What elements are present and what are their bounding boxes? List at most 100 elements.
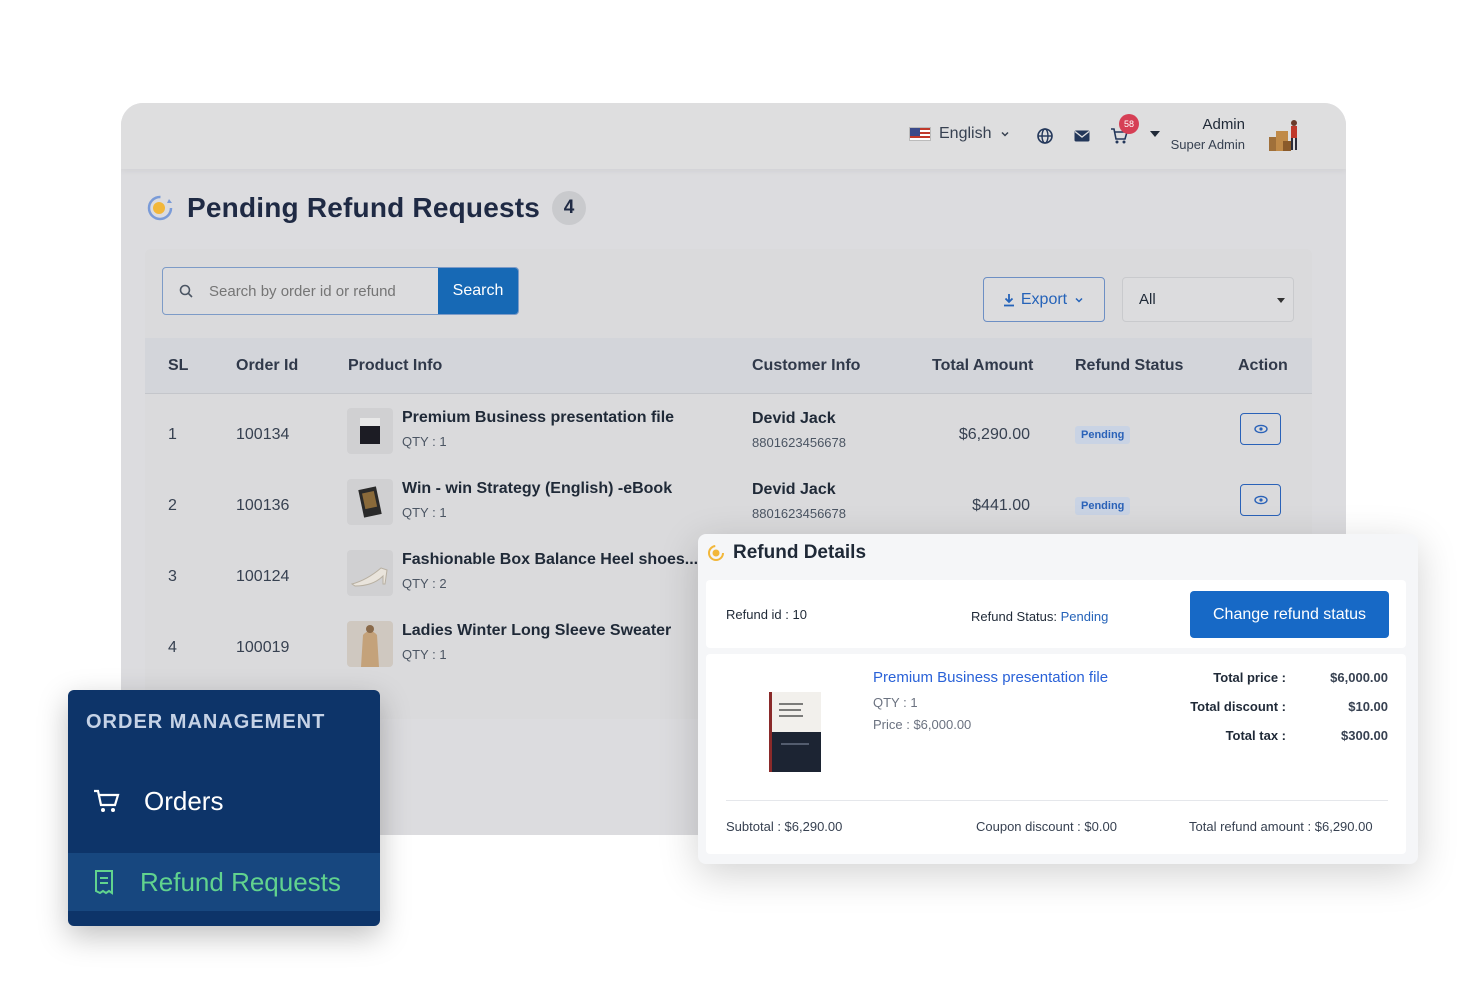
page-header: Pending Refund Requests 4 xyxy=(145,191,587,225)
search-button[interactable]: Search xyxy=(438,268,518,314)
col-order-id: Order Id xyxy=(236,357,299,374)
globe-icon[interactable] xyxy=(1036,127,1054,145)
divider xyxy=(726,800,1388,801)
admin-name[interactable]: Admin xyxy=(1121,116,1245,133)
product-thumbnail xyxy=(347,550,393,596)
refund-status-value: Pending xyxy=(1060,609,1109,624)
receipt-icon xyxy=(95,870,113,895)
section-title: ORDER MANAGEMENT xyxy=(86,711,326,733)
avatar[interactable] xyxy=(1266,115,1306,155)
export-button[interactable]: Export xyxy=(983,277,1105,322)
chevron-down-icon xyxy=(1075,297,1083,303)
refund-details-header: Refund Details xyxy=(707,542,866,564)
status-badge: Pending xyxy=(1075,426,1131,444)
product-qty: QTY : 1 xyxy=(402,434,447,449)
refund-status-label: Refund Status: xyxy=(971,609,1057,624)
table-row: 1 100134 Premium Business presentation f… xyxy=(145,394,1312,465)
pending-count-badge: 4 xyxy=(552,191,587,225)
col-sl: SL xyxy=(168,357,189,374)
refund-status: Refund Status: Pending xyxy=(971,609,1108,624)
product-image xyxy=(769,692,821,772)
sidebar-item-label: Refund Requests xyxy=(140,866,341,897)
search-form: Search xyxy=(162,267,519,315)
total-amount: $441.00 xyxy=(972,497,1030,514)
product-name-link[interactable]: Premium Business presentation file xyxy=(873,669,1108,686)
refund-id: Refund id : 10 xyxy=(726,607,807,622)
total-tax-label: Total tax : xyxy=(1225,728,1286,743)
col-total-amount: Total Amount xyxy=(932,357,1034,374)
eye-icon xyxy=(1253,495,1268,505)
customer-name: Devid Jack xyxy=(752,481,836,498)
total-tax-value: $300.00 xyxy=(1341,728,1388,743)
refund-summary-bar: Refund id : 10 Refund Status: Pending Ch… xyxy=(706,580,1406,648)
view-button[interactable] xyxy=(1240,484,1281,516)
sidebar-item-orders[interactable]: Orders xyxy=(68,772,380,830)
customer-phone: 8801623456678 xyxy=(752,506,846,521)
customer-name: Devid Jack xyxy=(752,410,836,427)
row-order-id: 100136 xyxy=(236,497,290,514)
row-sl: 3 xyxy=(168,568,177,585)
row-sl: 2 xyxy=(168,497,177,514)
product-qty: QTY : 1 xyxy=(873,695,918,710)
search-input[interactable] xyxy=(209,282,438,300)
subtotal: Subtotal : $6,290.00 xyxy=(726,819,843,834)
mail-icon[interactable] xyxy=(1073,127,1091,145)
order-management-panel: ORDER MANAGEMENT Orders Refund Requests xyxy=(68,690,380,926)
row-order-id: 100124 xyxy=(236,568,290,585)
status-filter-select[interactable]: All xyxy=(1122,277,1294,322)
total-price-label: Total price : xyxy=(1213,670,1286,685)
change-refund-status-button[interactable]: Change refund status xyxy=(1190,591,1389,638)
download-icon xyxy=(1003,293,1014,306)
search-icon xyxy=(163,284,209,298)
cart-icon xyxy=(94,789,120,812)
product-qty: QTY : 2 xyxy=(402,576,447,591)
product-thumbnail xyxy=(347,408,393,454)
product-price: Price : $6,000.00 xyxy=(873,717,972,732)
refund-icon xyxy=(147,195,173,221)
product-qty: QTY : 1 xyxy=(402,647,447,662)
language-selector[interactable]: English xyxy=(909,125,1011,143)
table-header: SL Order Id Product Info Customer Info T… xyxy=(145,338,1312,394)
product-name: Win - win Strategy (English) -eBook xyxy=(402,480,673,497)
total-price-value: $6,000.00 xyxy=(1330,670,1388,685)
top-bar: English 58 Admin Super Admin xyxy=(121,103,1346,169)
row-order-id: 100019 xyxy=(236,639,290,656)
admin-role: Super Admin xyxy=(1170,137,1245,152)
col-product-info: Product Info xyxy=(348,357,443,374)
row-sl: 1 xyxy=(168,426,177,443)
product-qty: QTY : 1 xyxy=(402,505,447,520)
product-thumbnail xyxy=(347,621,393,667)
total-discount-label: Total discount : xyxy=(1190,699,1286,714)
select-caret-icon xyxy=(1277,298,1285,303)
language-label: English xyxy=(939,125,992,142)
sidebar-item-refund-requests[interactable]: Refund Requests xyxy=(68,853,380,911)
view-button[interactable] xyxy=(1240,413,1281,445)
total-discount-value: $10.00 xyxy=(1348,699,1388,714)
row-sl: 4 xyxy=(168,639,177,656)
col-refund-status: Refund Status xyxy=(1075,357,1184,374)
col-customer-info: Customer Info xyxy=(752,357,861,374)
product-name: Fashionable Box Balance Heel shoes... xyxy=(402,551,699,568)
refund-details-title: Refund Details xyxy=(733,542,867,563)
status-badge: Pending xyxy=(1075,497,1131,515)
chevron-down-icon xyxy=(1001,131,1010,137)
product-name: Premium Business presentation file xyxy=(402,409,675,426)
export-label: Export xyxy=(1020,290,1068,308)
total-refund-amount: Total refund amount : $6,290.00 xyxy=(1189,819,1373,834)
refund-details-panel: Refund Details Refund id : 10 Refund Sta… xyxy=(698,534,1418,864)
sidebar-item-label: Orders xyxy=(144,785,224,816)
product-name: Ladies Winter Long Sleeve Sweater xyxy=(402,622,672,639)
page-title: Pending Refund Requests xyxy=(187,192,541,223)
us-flag-icon xyxy=(909,127,931,141)
eye-icon xyxy=(1253,424,1268,434)
refund-product-details: Premium Business presentation file QTY :… xyxy=(706,654,1406,854)
product-thumbnail xyxy=(347,479,393,525)
filter-value: All xyxy=(1139,291,1156,308)
col-action: Action xyxy=(1238,357,1288,374)
total-amount: $6,290.00 xyxy=(958,426,1030,443)
coupon-discount: Coupon discount : $0.00 xyxy=(976,819,1117,834)
refund-icon xyxy=(708,545,724,561)
customer-phone: 8801623456678 xyxy=(752,435,846,450)
table-row: 2 100136 Win - win Strategy (English) -e… xyxy=(145,465,1312,536)
row-order-id: 100134 xyxy=(236,426,290,443)
